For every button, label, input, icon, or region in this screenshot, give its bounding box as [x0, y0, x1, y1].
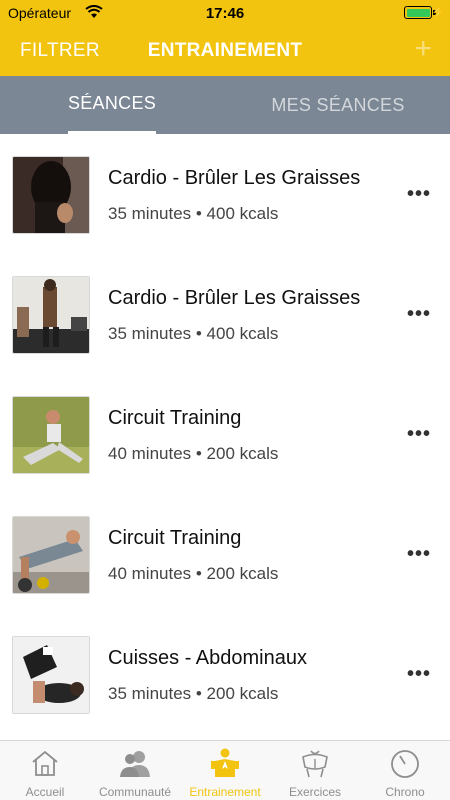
- tab-label: Exercices: [288, 785, 341, 799]
- battery-icon: [404, 6, 432, 19]
- session-list: Cardio - Brûler Les Graisses 35 minutes …: [0, 134, 450, 740]
- tab-entrainement[interactable]: Entrainement: [180, 741, 270, 800]
- more-options-icon[interactable]: •••: [404, 422, 434, 446]
- tab-accueil[interactable]: Accueil: [0, 741, 90, 800]
- segment-tabs: SÉANCES MES SÉANCES: [0, 76, 450, 134]
- session-meta: 40 minutes • 200 kcals: [108, 564, 279, 583]
- community-icon: [120, 751, 150, 777]
- session-meta: 35 minutes • 400 kcals: [108, 204, 279, 223]
- session-thumbnail: [12, 156, 90, 234]
- session-row[interactable]: Cardio - Brûler Les Graisses 35 minutes …: [0, 134, 450, 254]
- more-options-icon[interactable]: •••: [404, 182, 434, 206]
- session-meta: 35 minutes • 200 kcals: [108, 684, 279, 703]
- tab-communaute[interactable]: Communauté: [90, 741, 180, 800]
- tab-label: Entrainement: [189, 785, 261, 799]
- session-row[interactable]: Cuisses - Abdominaux 35 minutes • 200 kc…: [0, 614, 450, 734]
- session-title: Cardio - Brûler Les Graisses: [108, 167, 361, 189]
- navigation-bar: FILTRER ENTRAINEMENT +: [0, 26, 450, 76]
- more-options-icon[interactable]: •••: [404, 542, 434, 566]
- session-thumbnail: [12, 516, 90, 594]
- tab-chrono[interactable]: Chrono: [360, 741, 450, 800]
- status-bar: Opérateur 17:46 ⚡: [0, 0, 450, 26]
- session-meta: 40 minutes • 200 kcals: [108, 444, 279, 463]
- session-row[interactable]: Cardio - Brûler Les Graisses 35 minutes …: [0, 254, 450, 374]
- bottom-tab-bar: Accueil Communauté Entrainement Exercice…: [0, 740, 450, 800]
- tab-label: Chrono: [385, 785, 425, 799]
- more-options-icon[interactable]: •••: [404, 662, 434, 686]
- tab-label: Communauté: [98, 785, 172, 799]
- tab-seances[interactable]: SÉANCES: [68, 76, 156, 134]
- stopwatch-icon: [391, 750, 419, 778]
- clock: 17:46: [205, 5, 245, 22]
- session-thumbnail: [12, 636, 90, 714]
- session-thumbnail: [12, 396, 90, 474]
- tab-exercices[interactable]: Exercices: [270, 741, 360, 800]
- session-title: Circuit Training: [108, 527, 242, 549]
- exercises-icon: [302, 750, 328, 778]
- session-title: Cardio - Brûler Les Graisses: [108, 287, 361, 309]
- add-icon[interactable]: +: [414, 34, 432, 64]
- filter-button[interactable]: FILTRER: [20, 40, 100, 62]
- tab-mes-seances[interactable]: MES SÉANCES: [260, 76, 416, 134]
- session-row[interactable]: Circuit Training 40 minutes • 200 kcals …: [0, 374, 450, 494]
- home-icon: [32, 750, 58, 776]
- training-icon: [211, 748, 239, 777]
- charging-icon: ⚡: [431, 5, 446, 19]
- tab-label: Accueil: [25, 785, 65, 799]
- more-options-icon[interactable]: •••: [404, 302, 434, 326]
- session-row[interactable]: Circuit Training 40 minutes • 200 kcals …: [0, 494, 450, 614]
- session-title: Cuisses - Abdominaux: [108, 647, 307, 669]
- session-thumbnail: [12, 276, 90, 354]
- session-title: Circuit Training: [108, 407, 242, 429]
- session-meta: 35 minutes • 400 kcals: [108, 324, 279, 343]
